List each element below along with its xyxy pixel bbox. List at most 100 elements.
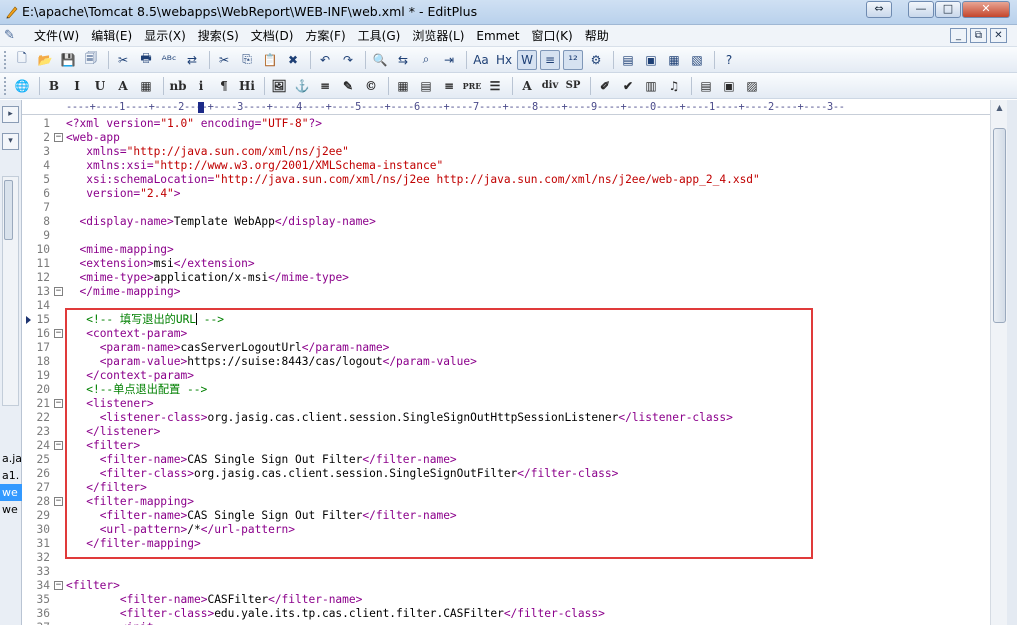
code-line[interactable]: 19 </context-param> <box>22 369 990 383</box>
code-line[interactable]: 27 </filter> <box>22 481 990 495</box>
underline-icon[interactable]: U <box>90 76 110 96</box>
menu-item[interactable]: 帮助 <box>579 28 615 44</box>
align-icon[interactable]: ≡ <box>439 76 459 96</box>
menu-item[interactable]: 方案(F) <box>299 28 351 44</box>
code-line[interactable]: 34− <filter> <box>22 579 990 593</box>
code-line[interactable]: 37 <init- <box>22 621 990 625</box>
code-line[interactable]: 36 <filter-class>edu.yale.its.tp.cas.cli… <box>22 607 990 621</box>
fold-toggle-icon[interactable]: − <box>54 441 63 450</box>
code-line[interactable]: 7 <box>22 201 990 215</box>
fold-toggle-icon[interactable]: − <box>54 287 63 296</box>
find-icon[interactable]: 🔍 <box>370 50 390 70</box>
heading-icon[interactable]: Hi <box>237 76 257 96</box>
help-icon[interactable]: ? <box>719 50 739 70</box>
panel-scrollbar-thumb[interactable] <box>4 180 13 240</box>
code-line[interactable]: 35 <filter-name>CASFilter</filter-name> <box>22 593 990 607</box>
line-number-icon[interactable]: ¹² <box>563 49 583 70</box>
file-list-item[interactable]: we <box>0 484 22 501</box>
music-icon[interactable]: ♫ <box>664 76 684 96</box>
editor-scrollbar[interactable]: ▲ <box>990 100 1007 625</box>
code-line[interactable]: 15 <!-- 填写退出的URL --> <box>22 313 990 327</box>
ruler-icon[interactable]: ≡ <box>540 49 560 70</box>
menu-item[interactable]: 显示(X) <box>138 28 192 44</box>
frame-icon[interactable]: ▥ <box>641 76 661 96</box>
code-line[interactable]: 24− <filter> <box>22 439 990 453</box>
menu-item[interactable]: 工具(G) <box>352 28 407 44</box>
code-line[interactable]: 10 <mime-mapping> <box>22 243 990 257</box>
scroll-up-icon[interactable]: ▲ <box>992 100 1007 115</box>
image-icon[interactable]: 🖼 <box>269 76 289 96</box>
code-line[interactable]: 29 <filter-name>CAS Single Sign Out Filt… <box>22 509 990 523</box>
span-icon[interactable]: SP <box>563 76 583 96</box>
delete-icon[interactable]: ✖ <box>283 50 303 70</box>
mdi-close-button[interactable]: ✕ <box>990 28 1007 43</box>
code-line[interactable]: 11 <extension>msi</extension> <box>22 257 990 271</box>
code-line[interactable]: 2− <web-app <box>22 131 990 145</box>
code-line[interactable]: 1 <?xml version="1.0" encoding="UTF-8"?> <box>22 117 990 131</box>
cut-icon[interactable]: ✂ <box>214 50 234 70</box>
close-button[interactable]: ✕ <box>962 1 1010 18</box>
fold-toggle-icon[interactable]: − <box>54 399 63 408</box>
code-line[interactable]: 23 </listener> <box>22 425 990 439</box>
open-folder-icon[interactable]: 📂 <box>35 50 55 70</box>
code-line[interactable]: 9 <box>22 229 990 243</box>
highlight-icon[interactable]: ✎ <box>338 76 358 96</box>
list-icon[interactable]: ☰ <box>485 76 505 96</box>
code-line[interactable]: 3 xmlns="http://java.sun.com/xml/ns/j2ee… <box>22 145 990 159</box>
anchor-icon[interactable]: ⚓ <box>292 76 312 96</box>
goto-line-icon[interactable]: ⇥ <box>439 50 459 70</box>
edit-icon[interactable]: ✐ <box>595 76 615 96</box>
file-list-item[interactable]: we <box>0 501 22 518</box>
code-line[interactable]: 4 xmlns:xsi="http://www.w3.org/2001/XMLS… <box>22 159 990 173</box>
toolbar-grip[interactable] <box>4 76 8 95</box>
hex-icon[interactable]: Hx <box>494 50 514 70</box>
word-wrap-icon[interactable]: W <box>517 49 537 70</box>
color-icon[interactable]: ▨ <box>742 76 762 96</box>
pre-icon[interactable]: PRE <box>462 76 482 96</box>
cliptext-icon[interactable]: ▧ <box>687 50 707 70</box>
paragraph-icon[interactable]: ¶ <box>214 76 234 96</box>
table-icon[interactable]: ▦ <box>393 76 413 96</box>
fold-toggle-icon[interactable]: − <box>54 497 63 506</box>
code-line[interactable]: 32 <box>22 551 990 565</box>
menu-item[interactable]: 文件(W) <box>28 28 85 44</box>
panel-expand-button[interactable]: ▸ <box>2 106 19 123</box>
print-icon[interactable]: 🖶 <box>136 50 156 70</box>
code-line[interactable]: 14 <box>22 299 990 313</box>
panel-dropdown-button[interactable]: ▾ <box>2 133 19 150</box>
mdi-minimize-button[interactable]: _ <box>950 28 967 43</box>
font-icon[interactable]: A <box>517 76 537 96</box>
code-editor[interactable]: 1 <?xml version="1.0" encoding="UTF-8"?> 2… <box>22 115 990 625</box>
new-file-icon[interactable]: 🗋 <box>12 50 32 70</box>
code-line[interactable]: 30 <url-pattern>/*</url-pattern> <box>22 523 990 537</box>
code-line[interactable]: 22 <listener-class>org.jasig.cas.client.… <box>22 411 990 425</box>
browser-icon[interactable]: 🌐 <box>12 76 32 96</box>
code-line[interactable]: 8 <display-name>Template WebApp</display… <box>22 215 990 229</box>
copy-icon[interactable]: ⎘ <box>237 50 257 70</box>
file-list-item[interactable]: a1. <box>0 467 22 484</box>
code-line[interactable]: 26 <filter-class>org.jasig.cas.client.se… <box>22 467 990 481</box>
clipboard-icon[interactable]: ▣ <box>641 50 661 70</box>
find-in-files-icon[interactable]: ⌕ <box>416 50 436 70</box>
fold-toggle-icon[interactable]: − <box>54 581 63 590</box>
code-line[interactable]: 6 version="2.4"> <box>22 187 990 201</box>
fold-toggle-icon[interactable]: − <box>54 133 63 142</box>
menu-item[interactable]: 窗口(K) <box>525 28 578 44</box>
hr-icon[interactable]: ≡ <box>315 76 335 96</box>
code-line[interactable]: 18 <param-value>https://suise:8443/cas/l… <box>22 355 990 369</box>
color-palette-icon[interactable]: ▦ <box>136 76 156 96</box>
spellcheck-icon[interactable]: ᴬᴮᶜ <box>159 50 179 70</box>
layout-icon[interactable]: ▤ <box>696 76 716 96</box>
code-line[interactable]: 25 <filter-name>CAS Single Sign Out Filt… <box>22 453 990 467</box>
code-line[interactable]: 21− <listener> <box>22 397 990 411</box>
code-line[interactable]: 20 <!--单点退出配置 --> <box>22 383 990 397</box>
ftp-icon[interactable]: ⇄ <box>182 50 202 70</box>
font-size-icon[interactable]: Aa <box>471 50 491 70</box>
menu-item[interactable]: Emmet <box>470 28 525 44</box>
minimize-button[interactable]: — <box>908 1 934 18</box>
save-icon[interactable]: 💾 <box>58 50 78 70</box>
font-color-icon[interactable]: A <box>113 76 133 96</box>
copyright-icon[interactable]: © <box>361 76 381 96</box>
check-icon[interactable]: ✔ <box>618 76 638 96</box>
code-line[interactable]: 31 </filter-mapping> <box>22 537 990 551</box>
